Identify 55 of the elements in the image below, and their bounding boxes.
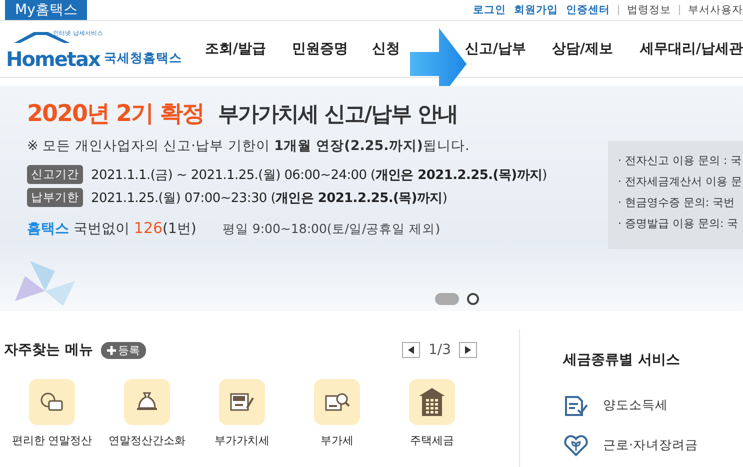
menu-label[interactable]: 부가세 xyxy=(320,433,354,448)
nav-menu-item[interactable]: 상담/제보 xyxy=(552,40,613,58)
tax-service-link[interactable]: 양도소득세 xyxy=(603,396,668,414)
page-indicator: 1/3 xyxy=(428,342,451,358)
left-triangle-icon xyxy=(408,346,414,354)
next-button[interactable] xyxy=(459,342,477,358)
right-triangle-icon xyxy=(465,346,471,354)
top-link[interactable]: 부서사용자 xyxy=(688,3,743,17)
contact-number: 홈택스 국번없이 126(1번) xyxy=(27,219,196,238)
previous-button[interactable] xyxy=(402,342,420,358)
logo-wordmark[interactable]: Hometax xyxy=(6,49,100,69)
info-line: · 현금영수증 문의: 국번 xyxy=(618,195,736,210)
plus-icon xyxy=(106,346,116,354)
section-title: 세금종류별 서비스 xyxy=(563,351,681,369)
nav-menu-item[interactable]: 민원증명 xyxy=(292,40,348,58)
info-line: · 증명발급 이용 문의: 국 xyxy=(618,216,740,231)
headline: 부가가치세 신고/납부 안내 xyxy=(218,101,458,128)
nav-menu-item[interactable]: 세무대리/납세관 xyxy=(640,40,743,58)
nav-menu-item[interactable]: 신고/납부 xyxy=(464,40,526,58)
top-link[interactable]: 회원가입 xyxy=(514,3,558,17)
menu-tile[interactable] xyxy=(29,379,75,425)
period-text: 2021.1.25.(월) 07:00~23:30 (개인은 2021.2.25.(목)까지) xyxy=(91,190,448,206)
document-check-icon xyxy=(563,393,589,417)
menu-label[interactable]: 편리한 연말정산 xyxy=(12,433,92,448)
notice-text: ※ 모든 개인사업자의 신고·납부 기한이 1개월 연장(2.25.까지)됩니다. xyxy=(27,137,470,155)
nav-menu-item[interactable]: 신청 xyxy=(372,40,400,58)
tax-service-link[interactable]: 근로·자녀장려금 xyxy=(603,436,698,454)
menu-tile[interactable] xyxy=(314,379,360,425)
menu-label[interactable]: 주택세금 xyxy=(410,433,454,448)
logo-name[interactable]: 국세청홈택스 xyxy=(104,50,182,67)
section-title: 자주찾는 메뉴 xyxy=(4,341,93,359)
top-link[interactable]: 로그인 xyxy=(473,3,506,17)
menu-label[interactable]: 부가가치세 xyxy=(214,433,270,448)
my-hometax-tab[interactable]: My홈택스 xyxy=(5,0,88,20)
headline-highlight: 2020년 2기 확정 xyxy=(27,100,204,129)
add-button[interactable]: 등록 xyxy=(100,342,146,358)
info-line: · 전자세금계산서 이용 문 xyxy=(618,174,743,189)
nav-menu-item[interactable]: 조회/발급 xyxy=(204,40,266,58)
menu-tile[interactable] xyxy=(219,379,265,425)
document-search-icon xyxy=(324,391,350,413)
period-label: 신고기간 xyxy=(27,165,83,184)
menu-tile[interactable] xyxy=(409,379,455,425)
heart-sprout-icon xyxy=(563,433,589,457)
menu-label[interactable]: 연말정산간소화 xyxy=(108,433,186,448)
top-link[interactable]: 법령정보 xyxy=(627,3,671,17)
menu-tile[interactable] xyxy=(124,379,170,425)
period-label: 납부기한 xyxy=(27,188,83,207)
top-link[interactable]: 인증센터 xyxy=(566,3,610,17)
house-roof-icon xyxy=(12,30,72,44)
building-icon xyxy=(418,387,446,417)
service-hours: 평일 9:00~18:00(토/일/공휴일 제외) xyxy=(222,221,440,238)
document-pen-icon xyxy=(229,391,255,413)
period-text: 2021.1.1.(금) ~ 2021.1.25.(월) 06:00~24:00 (개인은 2021.2.25.(목)까지) xyxy=(91,166,547,184)
pager-dot[interactable] xyxy=(467,293,479,305)
info-line: · 전자신고 이용 문의 : 국 xyxy=(618,153,743,168)
